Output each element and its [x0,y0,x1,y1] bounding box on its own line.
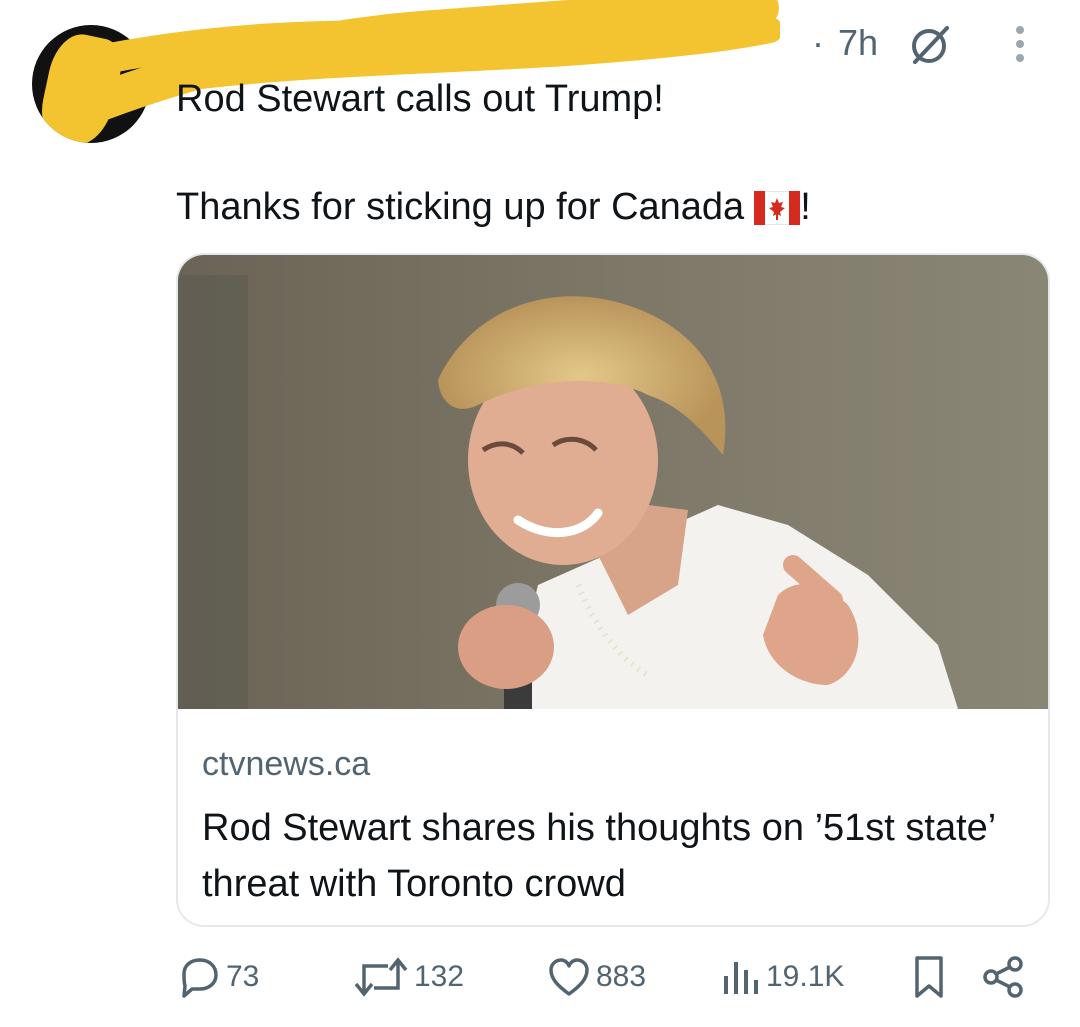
bookmark-icon [915,956,943,998]
link-card[interactable]: ctvnews.ca Rod Stewart shares his though… [176,253,1050,927]
post-text-line-1: Rod Stewart calls out Trump! [176,78,664,120]
reply-count: 73 [226,960,260,993]
like-button[interactable]: 883 [546,954,646,1000]
card-title[interactable]: Rod Stewart shares his thoughts on ’51st… [202,800,1022,912]
views-count: 19.1K [766,960,845,993]
post-time[interactable]: 7h [838,22,878,64]
reply-icon [182,958,218,998]
share-button[interactable] [981,954,1027,1000]
repost-icon [354,957,408,997]
reply-button[interactable]: 73 [176,954,259,1000]
time-separator: · [812,22,824,63]
post-text-line-2-text: Thanks for sticking up for Canada [176,186,745,228]
views-button[interactable]: 19.1K [720,954,844,1000]
like-count: 883 [596,960,647,993]
post-text-exclaim: ! [800,186,811,228]
canada-flag-icon [754,190,801,225]
action-bar: 73 132 883 19.1K [176,948,1046,1004]
grok-icon[interactable] [905,20,953,68]
more-icon[interactable] [1000,22,1040,66]
repost-button[interactable]: 132 [352,954,464,1000]
card-domain[interactable]: ctvnews.ca [202,745,370,784]
post-text-line-2: Thanks for sticking up for Canada ! [176,186,811,229]
heart-icon [549,958,589,996]
bookmark-button[interactable] [909,954,949,1000]
repost-count: 132 [414,960,465,993]
share-icon [983,956,1023,998]
card-image[interactable] [178,255,1048,709]
views-icon [724,962,758,994]
